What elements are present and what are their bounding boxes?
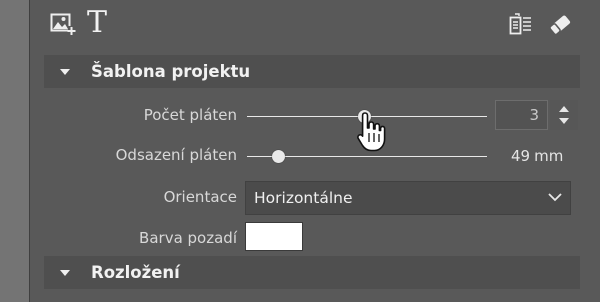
caret-down-icon bbox=[60, 69, 70, 75]
orientation-select[interactable]: Horizontálne bbox=[245, 181, 571, 215]
increment-arrow-icon[interactable] bbox=[559, 106, 569, 112]
background-color-swatch[interactable] bbox=[245, 222, 303, 251]
canvas-count-label: Počet pláten bbox=[143, 106, 237, 124]
copy-layout-icon[interactable] bbox=[509, 13, 533, 37]
left-gutter bbox=[0, 0, 30, 302]
chevron-down-icon bbox=[548, 193, 562, 202]
orientation-selected-value: Horizontálne bbox=[254, 189, 353, 207]
hand-cursor-icon bbox=[357, 112, 386, 152]
canvas-spacing-number: 49 bbox=[511, 147, 531, 165]
section-layout[interactable]: Rozložení bbox=[44, 256, 580, 289]
canvas-spacing-unit: mm bbox=[534, 147, 564, 165]
canvas-spacing-label: Odsazení pláten bbox=[115, 146, 237, 164]
canvas-spacing-slider-thumb[interactable] bbox=[271, 150, 285, 163]
canvas-count-input[interactable]: 3 bbox=[495, 100, 548, 130]
orientation-label: Orientace bbox=[163, 188, 237, 206]
background-color-label: Barva pozadí bbox=[139, 229, 237, 247]
eraser-icon[interactable] bbox=[547, 12, 573, 38]
section-title: Rozložení bbox=[91, 263, 180, 282]
section-project-template[interactable]: Šablona projektu bbox=[44, 55, 580, 88]
canvas-count-stepper[interactable] bbox=[550, 100, 578, 130]
section-title: Šablona projektu bbox=[91, 62, 251, 81]
caret-down-icon bbox=[60, 270, 70, 276]
image-add-icon[interactable] bbox=[50, 12, 76, 36]
decrement-arrow-icon[interactable] bbox=[559, 118, 569, 124]
text-icon[interactable]: T bbox=[87, 6, 107, 40]
canvas-spacing-value: 49 mm bbox=[511, 147, 563, 165]
